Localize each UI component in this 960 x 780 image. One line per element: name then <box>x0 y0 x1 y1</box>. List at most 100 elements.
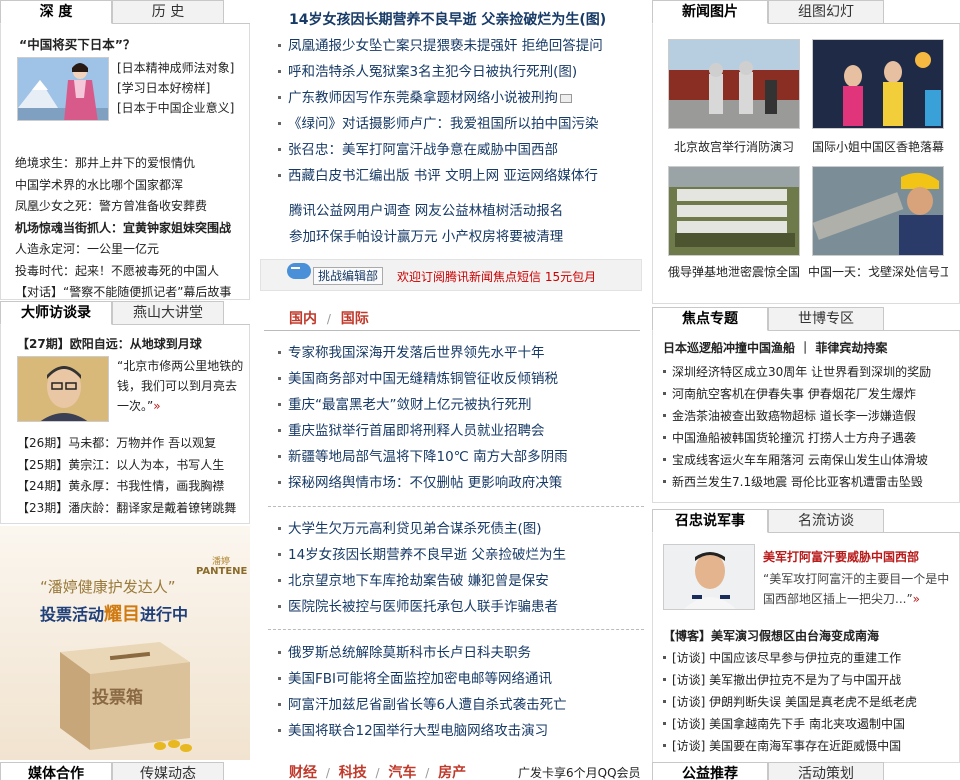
talk-link[interactable]: [访谈] 中国应该尽早参与伊拉克的重建工作 <box>672 651 901 665</box>
list-item[interactable]: 中国学术界的水比哪个国家都浑 <box>15 175 247 197</box>
list-item[interactable]: 呼和浩特杀人冤狱案3名主犯今日被执行死刑(图) <box>276 59 642 85</box>
list-item[interactable]: 重庆“最富黑老大”敛财上亿元被执行死刑 <box>276 392 642 418</box>
nav-auto[interactable]: 汽车 <box>388 765 416 780</box>
list-item[interactable]: 中国渔船被韩国货轮撞沉 打捞人士方舟子遇袭 <box>661 427 959 449</box>
photo-caption[interactable]: 中国一天：戈壁深处信号工 <box>808 263 948 280</box>
news-link[interactable]: 凤凰通报少女坠亡案只提猥亵未提强奸 拒绝回答提问 <box>288 38 603 54</box>
feature-title[interactable]: “中国将买下日本”？ <box>19 34 135 53</box>
news-link[interactable]: 呼和浩特杀人冤狱案3名主犯今日被执行死刑(图) <box>288 64 577 80</box>
list-item[interactable]: 【24期】黄永厚：书我性情，画我胸襟 <box>17 476 249 498</box>
list-item[interactable]: 凤凰少女之死：警方曾准备收安葬费 <box>15 196 247 218</box>
talk-link[interactable]: [访谈] 美军撤出伊拉克不是为了与中国开战 <box>672 673 901 687</box>
more-link[interactable]: » <box>153 399 160 413</box>
list-item[interactable]: 专家称我国深海开发落后世界领先水平十年 <box>276 340 642 366</box>
challenge-editor-button[interactable]: 挑战编辑部 <box>313 267 384 285</box>
interview-title[interactable]: 【27期】欧阳自远：从地球到月球 <box>17 335 202 352</box>
list-item[interactable]: 【26期】马未都：万物并作 吾以观复 <box>17 433 249 455</box>
list-item[interactable]: 投毒时代：起来！不愿被毒死的中国人 <box>15 261 247 283</box>
military-title[interactable]: 美军打阿富汗要威胁中国西部 <box>763 548 919 565</box>
blog-link[interactable]: 【博客】美军演习假想区由台海变成南海 <box>663 627 879 644</box>
tab-slideshow[interactable]: 组图幻灯 <box>768 0 884 24</box>
tab-media-cooperation[interactable]: 媒体合作 <box>0 762 112 780</box>
focus-link[interactable]: 宝成线客运火车车厢落河 云南保山发生山体滑坡 <box>672 453 928 467</box>
more-link[interactable]: » <box>913 592 920 606</box>
charity-link-row[interactable]: 腾讯公益网用户调查 网友公益林植树活动报名 <box>289 198 563 224</box>
tab-depth[interactable]: 深 度 <box>0 0 112 24</box>
news-link[interactable]: 俄罗斯总统解除莫斯科市长卢日科夫职务 <box>288 645 531 661</box>
news-link[interactable]: 美国将联合12国举行大型电脑网络攻击演习 <box>288 723 548 739</box>
list-item[interactable]: [访谈] 美国要在南海军事存在近距威慑中国 <box>661 735 959 757</box>
focus-link[interactable]: 深圳经济特区成立30周年 让世界看到深圳的奖励 <box>672 365 931 379</box>
list-item[interactable]: 14岁女孩因长期营养不良早逝 父亲捡破烂为生 <box>276 542 642 568</box>
list-item[interactable]: [访谈] 美军撤出伊拉克不是为了与中国开战 <box>661 669 959 691</box>
charity-link-row[interactable]: 参加环保手帕设计赢万元 小产权房将要被清理 <box>289 224 563 250</box>
photo-missile-base[interactable] <box>668 166 800 256</box>
photo-fire-drill[interactable] <box>668 39 800 129</box>
nav-tech[interactable]: 科技 <box>339 765 367 780</box>
list-item[interactable]: 阿富汗加兹尼省副省长等6人遭自杀式袭击死亡 <box>276 692 642 718</box>
tab-media-news[interactable]: 传媒动态 <box>112 762 224 780</box>
qq-promo-link[interactable]: 广发卡享6个月QQ会员 <box>518 764 641 780</box>
list-item[interactable]: 宝成线客运火车车厢落河 云南保山发生山体滑坡 <box>661 449 959 471</box>
feature-link[interactable]: [日本精神成师法对象] <box>117 58 234 78</box>
tab-activity[interactable]: 活动策划 <box>768 762 884 780</box>
list-item[interactable]: 重庆监狱举行首届即将刑释人员就业招聘会 <box>276 418 642 444</box>
tab-news-photos[interactable]: 新闻图片 <box>652 0 768 24</box>
interviewee-photo[interactable] <box>17 356 109 422</box>
list-item[interactable]: 人造永定河：一公里一亿元 <box>15 239 247 261</box>
list-item[interactable]: 美国商务部对中国无缝精炼铜管征收反倾销税 <box>276 366 642 392</box>
tab-charity[interactable]: 公益推荐 <box>652 762 768 780</box>
section-domestic[interactable]: 国内 <box>289 311 317 327</box>
focus-link[interactable]: 中国渔船被韩国货轮撞沉 打捞人士方舟子遇袭 <box>672 431 916 445</box>
feature-link[interactable]: [日本于中国企业意义] <box>117 98 234 118</box>
list-item[interactable]: 西藏白皮书汇编出版 书评 文明上网 亚运网络媒体行 <box>276 163 642 189</box>
list-item[interactable]: 大学生欠万元高利贷见弟合谋杀死债主(图) <box>276 516 642 542</box>
news-link[interactable]: 广东教师因写作东莞桑拿题材网络小说被刑拘 <box>288 90 558 106</box>
nav-finance[interactable]: 财经 <box>289 765 317 780</box>
news-link[interactable]: 专家称我国深海开发落后世界领先水平十年 <box>288 345 545 361</box>
section-international[interactable]: 国际 <box>341 311 369 327</box>
news-link[interactable]: 美国商务部对中国无缝精炼铜管征收反倾销税 <box>288 371 558 387</box>
pantene-ad-banner[interactable]: 潘婷 PANTENE “潘婷健康护发达人” 投票活动耀目进行中 投票箱 <box>0 526 250 760</box>
tab-history[interactable]: 历 史 <box>112 0 224 24</box>
tab-expo[interactable]: 世博专区 <box>768 307 884 331</box>
news-link[interactable]: 《绿问》对话摄影师卢广：我爱祖国所以拍中国污染 <box>288 116 599 132</box>
list-item[interactable]: 探秘网络舆情市场：不仅删帖 更影响政府决策 <box>276 470 642 496</box>
list-item[interactable]: 美国FBI可能将全面监控加密电邮等网络通讯 <box>276 666 642 692</box>
list-item[interactable]: 深圳经济特区成立30周年 让世界看到深圳的奖励 <box>661 361 959 383</box>
list-item[interactable]: [访谈] 伊朗判断失误 美国是真老虎不是纸老虎 <box>661 691 959 713</box>
tab-yanshan-lecture[interactable]: 燕山大讲堂 <box>112 301 224 325</box>
news-link[interactable]: 重庆“最富黑老大”敛财上亿元被执行死刑 <box>288 397 532 413</box>
list-item[interactable]: 《绿问》对话摄影师卢广：我爱祖国所以拍中国污染 <box>276 111 642 137</box>
list-item[interactable]: 北京望京地下车库抢劫案告破 嫌犯曾是保安 <box>276 568 642 594</box>
tab-focus-topics[interactable]: 焦点专题 <box>652 307 768 331</box>
photo-miss-intl[interactable] <box>812 39 944 129</box>
feature-link[interactable]: [学习日本好榜样] <box>117 78 234 98</box>
list-item[interactable]: [访谈] 美国拿越南先下手 南北夹攻遏制中国 <box>661 713 959 735</box>
list-item[interactable]: 新疆等地局部气温将下降10℃ 南方大部多阴雨 <box>276 444 642 470</box>
tab-military[interactable]: 召忠说军事 <box>652 509 768 533</box>
talk-link[interactable]: [访谈] 美国拿越南先下手 南北夹攻遏制中国 <box>672 717 905 731</box>
list-item[interactable]: [访谈] 中国应该尽早参与伊拉克的重建工作 <box>661 647 959 669</box>
photo-caption[interactable]: 北京故宫举行消防演习 <box>664 138 804 155</box>
news-link[interactable]: 新疆等地局部气温将下降10℃ 南方大部多阴雨 <box>288 449 568 465</box>
focus-link[interactable]: 金浩茶油被查出致癌物超标 道长李一涉嫌造假 <box>672 409 916 423</box>
list-item[interactable]: 绝境求生：那井上井下的爱恨情仇 <box>15 153 247 175</box>
news-link[interactable]: 重庆监狱举行首届即将刑释人员就业招聘会 <box>288 423 545 439</box>
talk-link[interactable]: [访谈] 伊朗判断失误 美国是真老虎不是纸老虎 <box>672 695 917 709</box>
list-item[interactable]: 医院院长被控与医师医托承包人联手诈骗患者 <box>276 594 642 620</box>
photo-caption[interactable]: 俄导弹基地泄密震惊全国 <box>664 263 804 280</box>
list-item[interactable]: 张召忠：美军打阿富汗战争意在威胁中国西部 <box>276 137 642 163</box>
focus-link[interactable]: 河南航空客机在伊春失事 伊春烟花厂发生爆炸 <box>672 387 916 401</box>
news-link[interactable]: 14岁女孩因长期营养不良早逝 父亲捡破烂为生 <box>288 547 566 563</box>
talk-link[interactable]: [访谈] 美国要在南海军事存在近距威慑中国 <box>672 739 901 753</box>
headline[interactable]: 14岁女孩因长期营养不良早逝 父亲捡破烂为生(图) <box>289 9 606 29</box>
focus-link[interactable]: 新西兰发生7.1级地震 哥伦比亚客机遭雷击坠毁 <box>672 475 923 489</box>
list-item[interactable]: 美国将联合12国举行大型电脑网络攻击演习 <box>276 718 642 744</box>
list-item[interactable]: 【23期】潘庆龄：翻译家是戴着镣铐跳舞 <box>17 498 249 520</box>
kimono-photo[interactable] <box>17 57 109 121</box>
list-item[interactable]: 机场惊魂当街抓人：宜黄钟家姐妹突围战 <box>15 218 247 240</box>
news-link[interactable]: 美国FBI可能将全面监控加密电邮等网络通讯 <box>288 671 552 687</box>
list-item[interactable]: 凤凰通报少女坠亡案只提猥亵未提强奸 拒绝回答提问 <box>276 33 642 59</box>
list-item[interactable]: 广东教师因写作东莞桑拿题材网络小说被刑拘 <box>276 85 642 111</box>
